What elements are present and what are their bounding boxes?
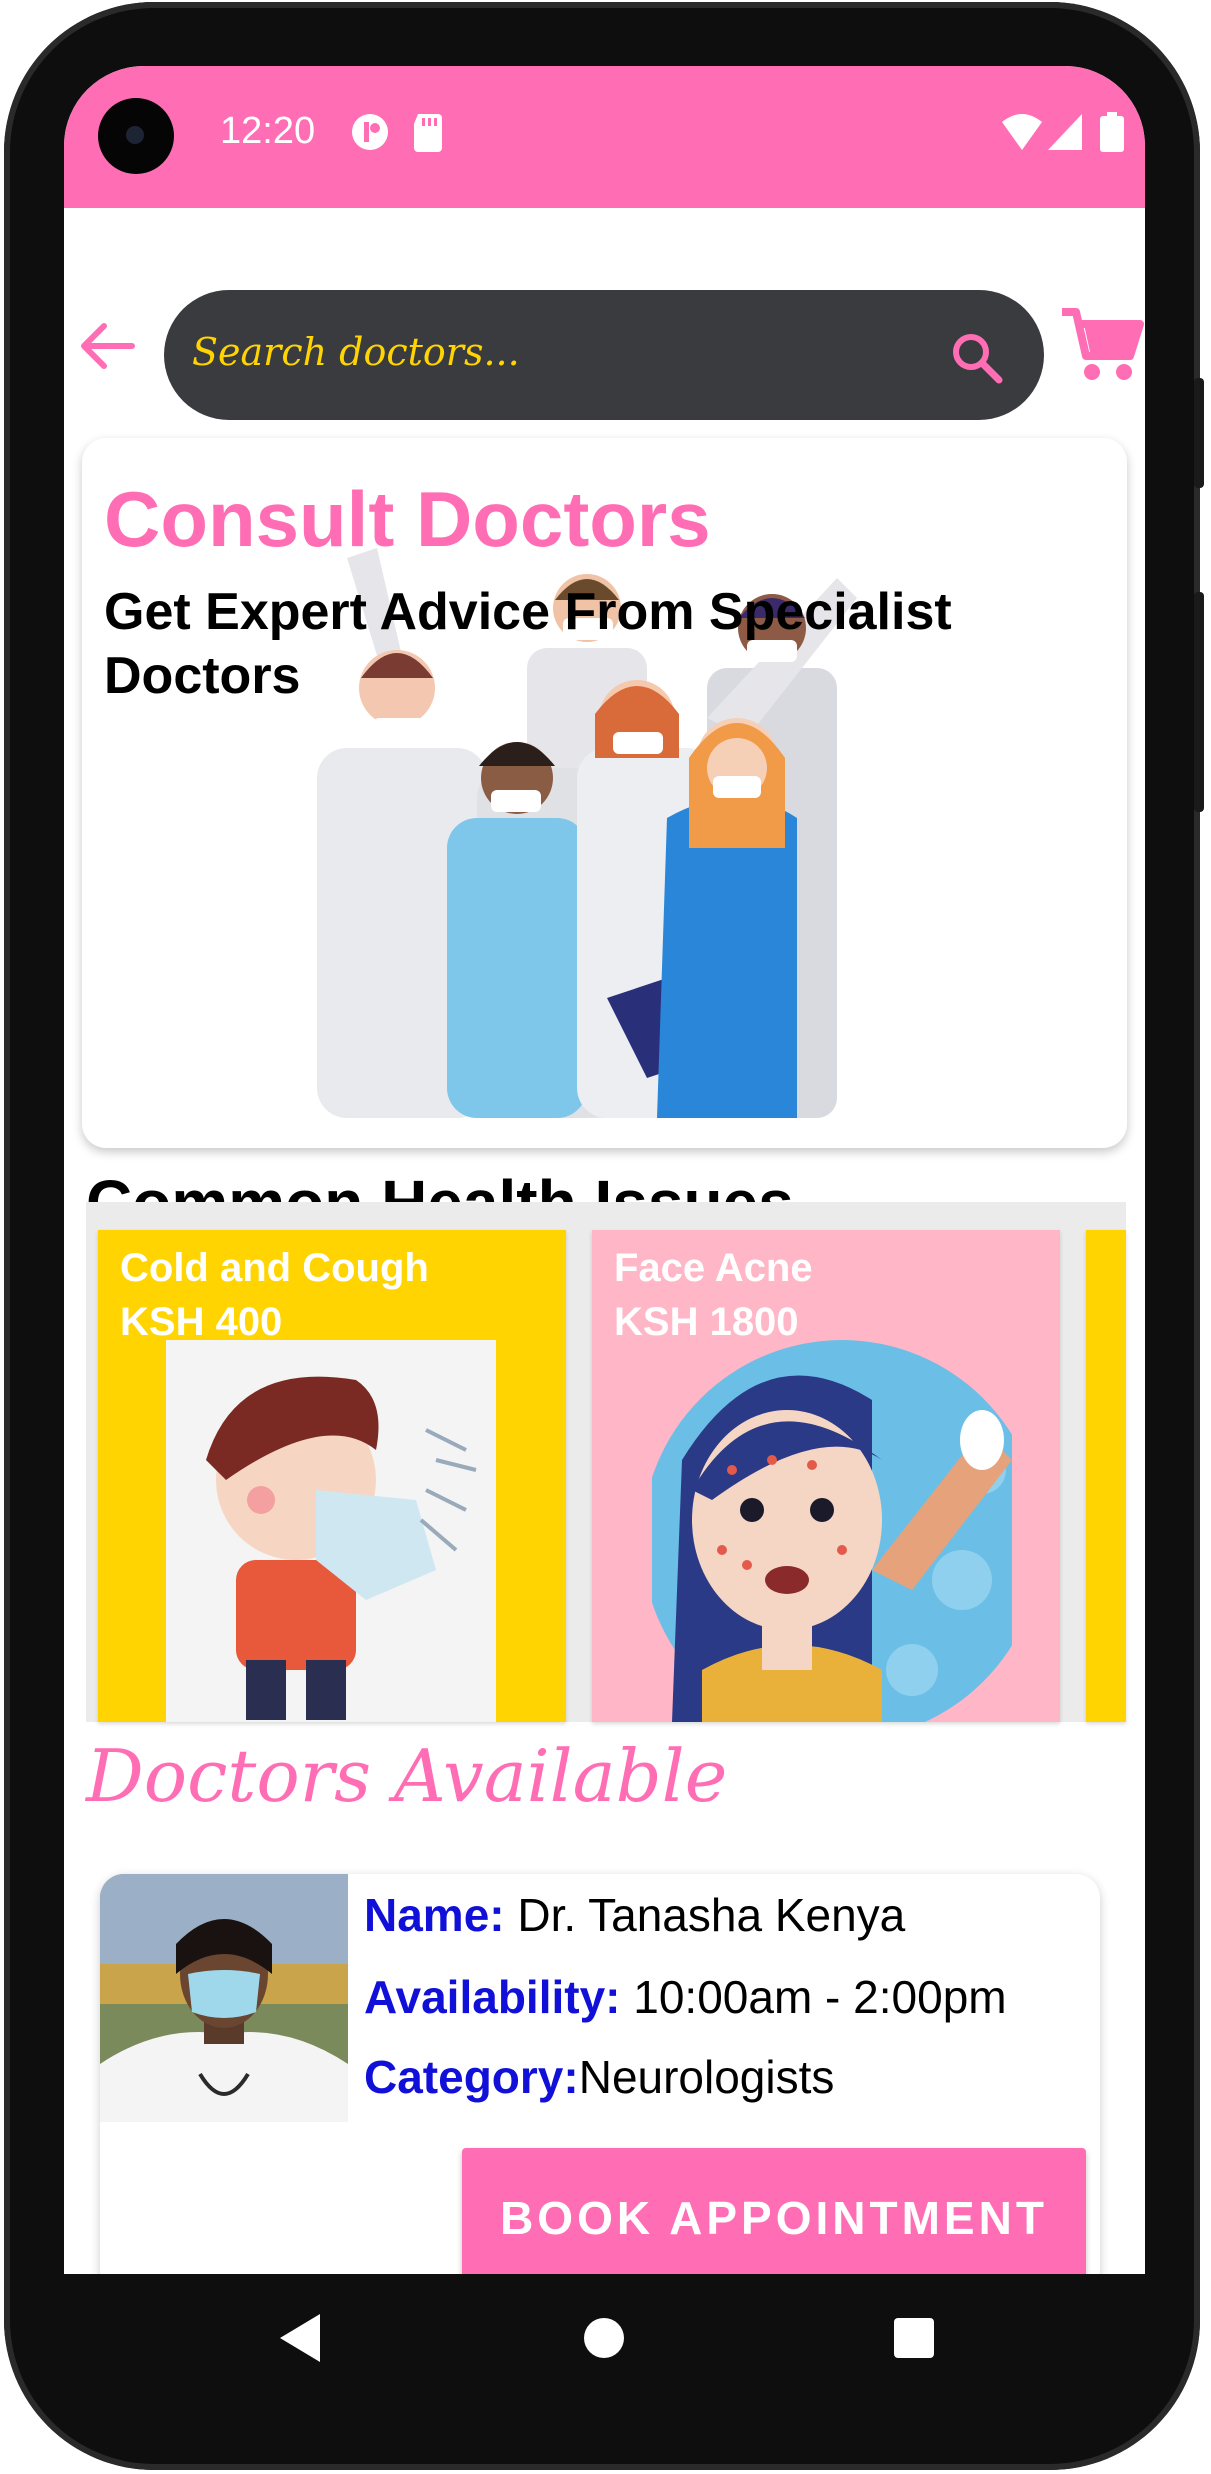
status-time: 12:20	[220, 110, 316, 152]
sd-card-icon	[414, 114, 442, 152]
consult-banner[interactable]: Consult Doctors Get Expert Advice From S…	[82, 438, 1127, 1148]
issue-price: KSH 400	[120, 1300, 283, 1344]
search-bar[interactable]: Search doctors...	[164, 290, 1044, 420]
doctor-name: Dr. Tanasha Kenya	[517, 1889, 906, 1941]
issue-card-face-acne[interactable]: Face Acne KSH 1800	[592, 1230, 1060, 1722]
app-bar: Search doctors...	[64, 208, 1145, 438]
health-issues-carousel[interactable]: Cold and Cough KSH 400 Face Acne KSH 180…	[86, 1202, 1126, 1722]
issue-card-cold-cough[interactable]: Cold and Cough KSH 400	[98, 1230, 566, 1722]
notification-icon	[352, 114, 388, 150]
book-appointment-button[interactable]: BOOK APPOINTMENT	[462, 2148, 1086, 2274]
issue-name: Cold and Cough	[120, 1246, 429, 1290]
nav-back-icon[interactable]	[272, 2308, 332, 2368]
search-input[interactable]: Search doctors...	[192, 330, 520, 374]
doctor-availability-row: Availability: 10:00am - 2:00pm	[364, 1970, 1007, 2024]
volume-button	[1194, 592, 1204, 812]
phone-frame: 12:20 Search doctors... Consult Doctors …	[4, 2, 1204, 2470]
issue-name: Face Acne	[614, 1246, 813, 1290]
front-camera	[98, 98, 174, 174]
banner-title: Consult Doctors	[104, 475, 711, 563]
doctor-category-key: Category:	[364, 2051, 579, 2103]
nav-recents-icon[interactable]	[884, 2308, 944, 2368]
banner-subtitle: Get Expert Advice From Specialist Doctor…	[104, 583, 952, 705]
doctor-category: Neurologists	[578, 2051, 835, 2103]
signal-icon	[1048, 114, 1082, 150]
power-button	[1194, 378, 1204, 488]
issue-price: KSH 1800	[614, 1300, 799, 1344]
doctor-category-row: Category:Neurologists	[364, 2050, 834, 2104]
screen: 12:20 Search doctors... Consult Doctors …	[64, 66, 1145, 2274]
status-bar: 12:20	[64, 66, 1145, 208]
doctor-card[interactable]: Name: Dr. Tanasha Kenya Availability: 10…	[100, 1874, 1100, 2274]
system-nav-bar	[64, 2274, 1145, 2402]
doctor-availability-key: Availability:	[364, 1971, 621, 2023]
doctor-name-row: Name: Dr. Tanasha Kenya	[364, 1888, 905, 1942]
cart-icon[interactable]	[1060, 304, 1144, 384]
doctor-name-key: Name:	[364, 1889, 505, 1941]
back-arrow-icon[interactable]	[74, 314, 138, 378]
battery-icon	[1100, 112, 1124, 152]
doctor-availability: 10:00am - 2:00pm	[633, 1971, 1007, 2023]
doctors-available-title: Doctors Available	[86, 1734, 728, 1818]
search-icon[interactable]	[949, 330, 1005, 386]
doctor-photo	[100, 1874, 348, 2122]
nav-home-icon[interactable]	[574, 2308, 634, 2368]
wifi-icon	[1002, 114, 1042, 150]
face-acne-illustration	[652, 1340, 1012, 1722]
issue-card-partial[interactable]	[1086, 1230, 1126, 1722]
cold-cough-illustration	[166, 1340, 496, 1722]
